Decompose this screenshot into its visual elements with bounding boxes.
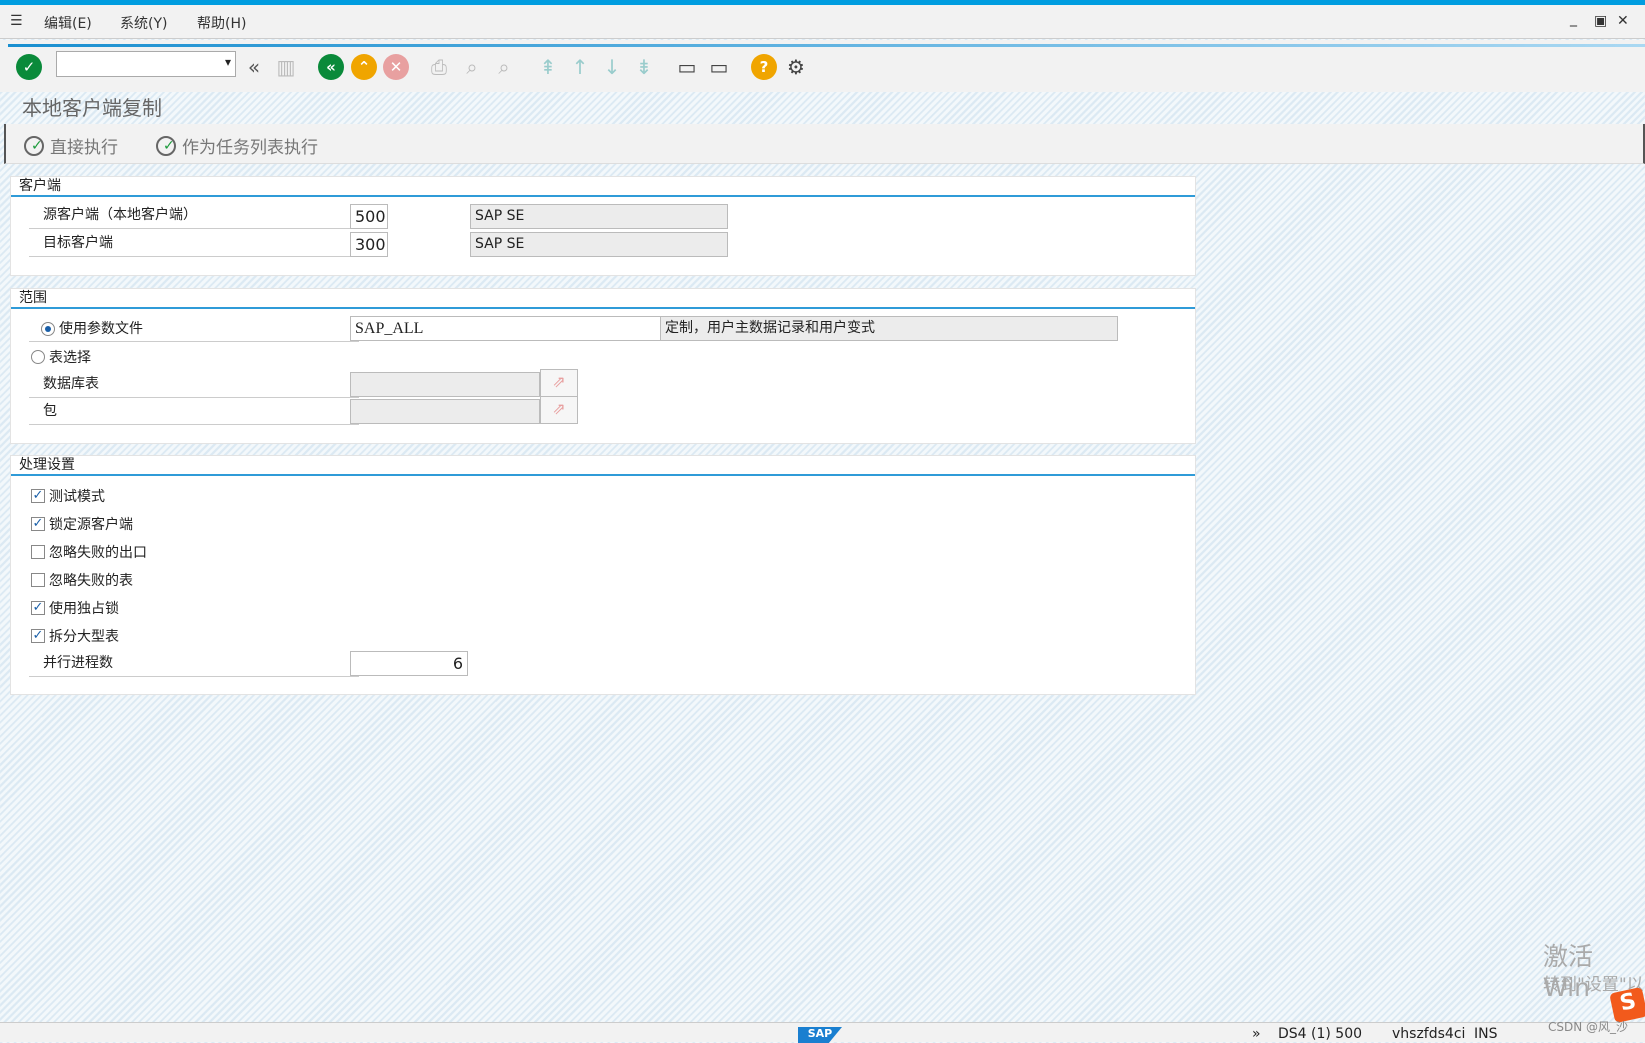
group-header: 范围 [11,289,1195,309]
chevron-down-icon[interactable]: ▾ [225,55,231,69]
table-selection-radio[interactable]: 表选择 [31,347,91,367]
group-client: 客户端 源客户端（本地客户端） 500 SAP SE 目标客户端 300 SAP… [10,176,1196,276]
option-checkbox[interactable]: ✓ 使用独占锁 [31,598,119,618]
checkbox [31,573,45,587]
parallel-label: 并行进程数 [29,650,359,677]
option-label: 锁定源客户端 [49,517,133,533]
menu-icon[interactable]: ☰ [10,13,23,29]
cancel-icon[interactable]: ✕ [383,54,409,80]
dbtable-multi-select-icon[interactable]: ⇗ [540,369,578,397]
gear-icon[interactable]: ⚙ [784,54,808,80]
csdn-watermark: CSDN @风_沙 [1548,1020,1629,1034]
radio-dot [31,350,45,364]
status-mode: INS [1474,1026,1498,1042]
status-expand[interactable]: » [1252,1026,1261,1042]
toolbar-accent [8,44,1645,47]
close-icon[interactable]: ✕ [1617,13,1629,29]
option-label: 忽略失败的表 [49,573,133,589]
help-icon[interactable]: ? [751,54,777,80]
checkbox: ✓ [31,488,45,503]
new-session-icon[interactable]: ▭ [675,54,699,80]
status-server: vhszfds4ci [1392,1026,1466,1042]
option-checkbox[interactable]: ✓ 测试模式 [31,486,105,506]
option-checkbox[interactable]: ✓ 锁定源客户端 [31,514,133,534]
maximize-icon[interactable]: ▣ [1594,13,1607,29]
target-client-label: 目标客户端 [29,230,359,257]
execute-tasklist-button[interactable]: 作为任务列表执行 [156,133,318,158]
application-toolbar: 直接执行 作为任务列表执行 [4,124,1645,164]
profile-input[interactable]: SAP_ALL [350,316,668,341]
page-title: 本地客户端复制 [22,96,162,120]
sap-logo: SAP [798,1027,842,1043]
option-checkbox[interactable]: ✓ 拆分大型表 [31,626,119,646]
source-client-desc: SAP SE [470,204,728,229]
execute-direct-button[interactable]: 直接执行 [24,133,118,158]
dbtable-label: 数据库表 [29,371,359,398]
profile-desc: 定制，用户主数据记录和用户变式 [660,316,1118,341]
enter-icon[interactable]: ✓ [16,54,42,80]
checkbox: ✓ [31,516,45,531]
prev-page-icon[interactable]: ↑ [568,54,592,80]
target-client-input[interactable]: 300 [350,232,388,257]
save-icon[interactable]: ▥ [274,54,298,80]
execute-icon [24,135,44,156]
radio-dot [41,322,55,336]
dbtable-input [350,372,540,397]
execute-icon [156,135,176,156]
target-client-desc: SAP SE [470,232,728,257]
exit-icon[interactable]: ⌃ [351,54,377,80]
find-next-icon[interactable]: ⌕ [492,54,516,80]
group-scope: 范围 使用参数文件 SAP_ALL 定制，用户主数据记录和用户变式 表选择 数据… [10,288,1196,444]
first-page-icon[interactable]: ⇞ [536,54,560,80]
system-toolbar: ✓ ▾ « ▥ « ⌃ ✕ ⎙ ⌕ ⌕ ⇞ ↑ ↓ ⇟ ▭ ▭ ? ⚙ [0,40,1645,92]
option-label: 拆分大型表 [49,629,119,645]
option-label: 使用独占锁 [49,601,119,617]
group-processing: 处理设置 ✓ 测试模式 ✓ 锁定源客户端 忽略失败的出口 忽略失败的表 ✓ 使用独占锁 ✓ 拆分大… [10,455,1196,695]
source-client-label: 源客户端（本地客户端） [29,202,359,229]
find-icon[interactable]: ⌕ [460,54,484,80]
option-label: 忽略失败的出口 [49,545,147,561]
group-header: 处理设置 [11,456,1195,476]
back-icon[interactable]: « [242,54,266,80]
profile-label: 使用参数文件 [59,321,143,337]
menu-help[interactable]: 帮助(H) [197,13,246,33]
menu-bar: ☰ 编辑(E) 系统(Y) 帮助(H) _ ▣ ✕ [0,5,1645,39]
execute-tasklist-label: 作为任务列表执行 [182,138,318,158]
status-bar: SAP » DS4 (1) 500 vhszfds4ci INS [0,1022,1645,1043]
profile-radio[interactable]: 使用参数文件 [41,319,143,339]
checkbox [31,545,45,559]
package-label: 包 [29,398,359,425]
menu-system[interactable]: 系统(Y) [120,13,167,33]
last-page-icon[interactable]: ⇟ [632,54,656,80]
package-multi-select-icon[interactable]: ⇗ [540,396,578,424]
menu-edit[interactable]: 编辑(E) [44,13,92,33]
next-page-icon[interactable]: ↓ [600,54,624,80]
group-header: 客户端 [11,177,1195,197]
parallel-input[interactable]: 6 [350,651,468,676]
print-icon[interactable]: ⎙ [427,54,451,80]
checkbox: ✓ [31,600,45,615]
execute-direct-label: 直接执行 [50,138,118,158]
shortcut-icon[interactable]: ▭ [707,54,731,80]
option-checkbox[interactable]: 忽略失败的出口 [31,542,147,562]
command-field[interactable]: ▾ [56,51,236,77]
status-system[interactable]: DS4 (1) 500 [1278,1026,1362,1042]
table-selection-label: 表选择 [49,350,91,366]
checkbox: ✓ [31,628,45,643]
profile-row: 使用参数文件 [29,315,359,342]
package-input [350,399,540,424]
source-client-input[interactable]: 500 [350,204,388,229]
back-green-icon[interactable]: « [318,54,344,80]
minimize-icon[interactable]: _ [1570,11,1577,27]
option-label: 测试模式 [49,489,105,505]
option-checkbox[interactable]: 忽略失败的表 [31,570,133,590]
